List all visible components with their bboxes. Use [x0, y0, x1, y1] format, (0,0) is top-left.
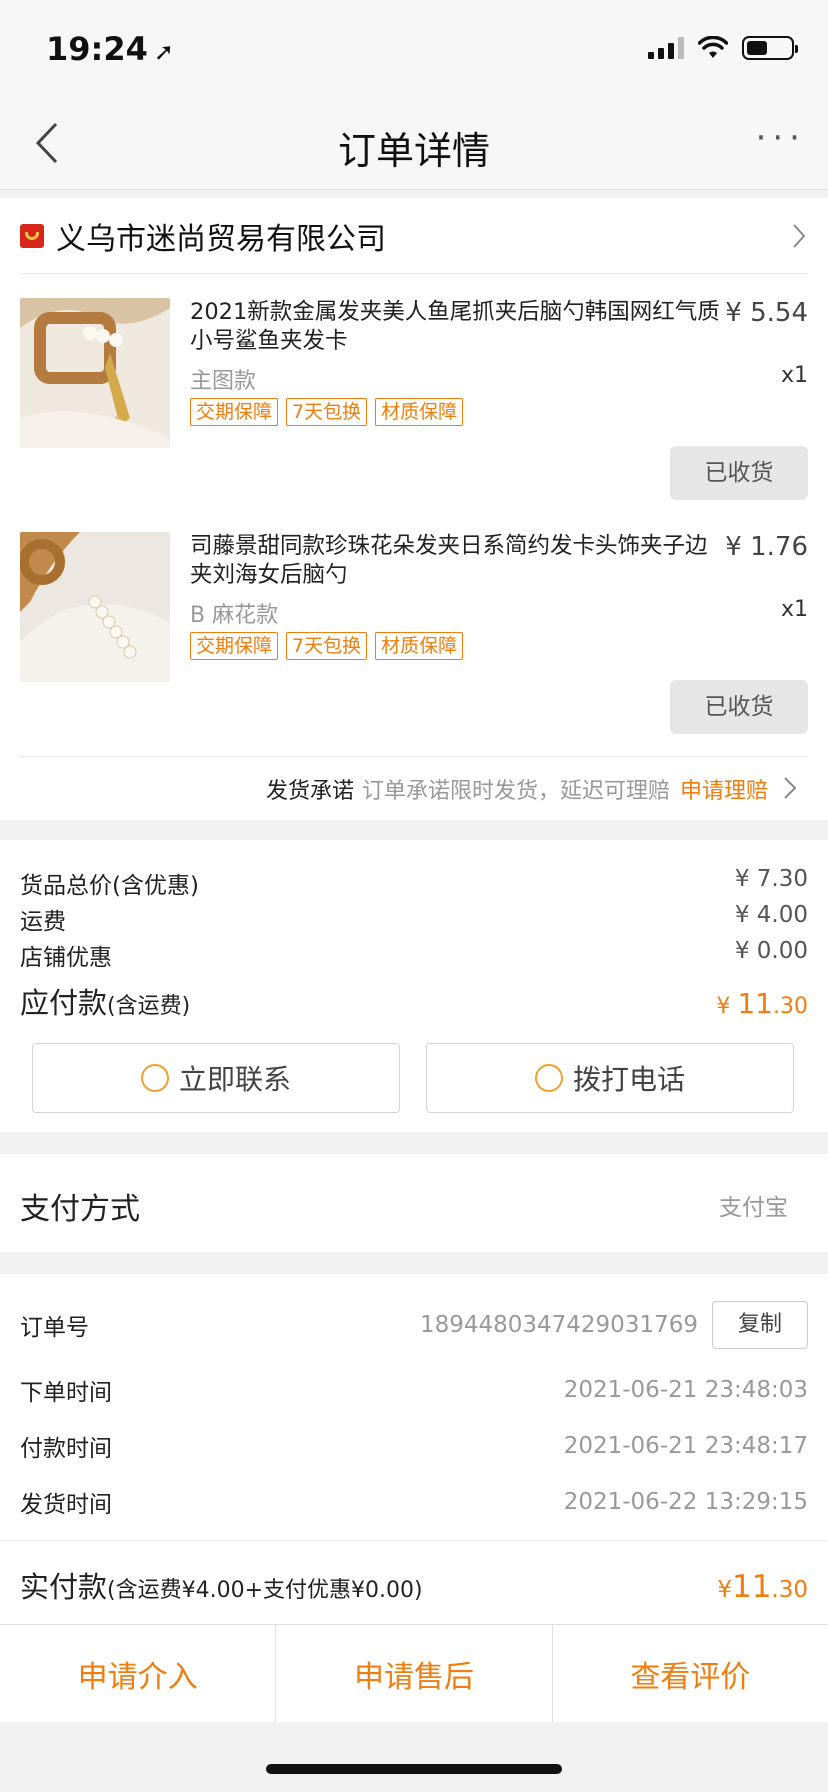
delivery-promise-row[interactable]: 发货承诺 订单承诺限时发货，延迟可理赔 申请理赔 [20, 756, 808, 820]
service-tag: 材质保障 [375, 398, 464, 426]
shop-discount-value: ¥ 0.00 [734, 938, 808, 964]
payment-method-section: 支付方式 支付宝 [0, 1154, 828, 1252]
chevron-right-icon [784, 777, 797, 799]
order-info-section: 订单号 1894480347429031769 复制 下单时间 2021-06-… [0, 1274, 828, 1624]
wifi-icon [698, 36, 728, 58]
amount-due-text: 应付款 [20, 986, 108, 1020]
contact-seller-label: 立即联系 [178, 1063, 291, 1096]
shipping-label: 运费 [20, 909, 66, 935]
price-summary-section: 货品总价(含优惠) ¥ 7.30 运费 ¥ 4.00 店铺优惠 ¥ 0.00 应… [0, 840, 828, 1132]
actual-paid-value: ¥11.30 [717, 1569, 808, 1605]
product-image[interactable] [20, 532, 170, 682]
paid-time-row: 付款时间 2021-06-21 23:48:17 [20, 1426, 808, 1466]
product-title[interactable]: 司藤景甜同款珍珠花朵发夹日系简约发卡头饰夹子边夹刘海女后脑勺 [190, 532, 720, 590]
product-variant: B 麻花款 [190, 603, 279, 628]
chevron-right-icon [793, 224, 806, 248]
shop-name: 义乌市迷尚贸易有限公司 [56, 221, 386, 257]
view-review-button[interactable]: 查看评价 [553, 1625, 828, 1722]
paid-time-label: 付款时间 [20, 1436, 112, 1462]
received-status-button: 已收货 [670, 680, 808, 734]
chat-smile-icon [140, 1064, 169, 1092]
order-id-value: 1894480347429031769 [419, 1312, 698, 1338]
created-time-label: 下单时间 [20, 1380, 112, 1406]
actual-paid-label: 实付款(含运费¥4.00+支付优惠¥0.00) [20, 1564, 423, 1606]
product-title[interactable]: 2021新款金属发夹美人鱼尾抓夹后脑勺韩国网红气质小号鲨鱼夹发卡 [190, 298, 720, 356]
time-text: 19:24 [46, 30, 148, 68]
service-tag: 交期保障 [190, 398, 279, 426]
product-image[interactable] [20, 298, 170, 448]
claim-link[interactable]: 申请理赔 [680, 773, 768, 805]
copy-button[interactable]: 复制 [712, 1301, 808, 1349]
call-button[interactable]: 拨打电话 [426, 1043, 794, 1113]
product-quantity: x1 [780, 597, 808, 622]
order-id-label: 订单号 [20, 1315, 89, 1341]
amount-due-row: 应付款(含运费) ¥ 11.30 [20, 980, 808, 1022]
shipping-value: ¥ 4.00 [734, 902, 808, 928]
product-quantity: x1 [780, 363, 808, 388]
actual-paid-text: 实付款 [20, 1570, 108, 1604]
contact-seller-button[interactable]: 立即联系 [32, 1043, 400, 1113]
service-tag: 材质保障 [375, 632, 464, 660]
goods-total-row: 货品总价(含优惠) ¥ 7.30 [20, 866, 808, 900]
promise-label: 发货承诺 [265, 778, 354, 804]
shop-icon [20, 223, 44, 248]
battery-icon [742, 36, 798, 60]
promise-desc: 订单承诺限时发货，延迟可理赔 [361, 778, 670, 804]
status-bar: 19:24 ➚ [0, 0, 828, 96]
call-label: 拨打电话 [572, 1063, 685, 1096]
order-id-group: 1894480347429031769 复制 [420, 1301, 808, 1349]
amount-due-value: ¥ 11.30 [716, 987, 808, 1020]
amount-due-integer: 11 [737, 987, 773, 1020]
paid-time-value: 2021-06-21 23:48:17 [563, 1433, 808, 1459]
product-item[interactable]: 司藤景甜同款珍珠花朵发夹日系简约发卡头饰夹子边夹刘海女后脑勺 ¥ 1.76 B … [20, 532, 808, 742]
service-tags: 交期保障 7天包换 材质保障 [190, 632, 464, 660]
amount-due-label: 应付款(含运费) [20, 980, 190, 1022]
bottom-action-bar: 申请介入 申请售后 查看评价 [0, 1624, 828, 1722]
currency-symbol: ¥ [716, 994, 738, 1019]
amount-due-note: (含运费) [107, 994, 191, 1019]
request-aftersale-button[interactable]: 申请售后 [276, 1625, 553, 1722]
order-items-section: 义乌市迷尚贸易有限公司 2021新款金属发夹美人鱼尾抓夹后脑勺韩国网红气质小号鲨… [0, 198, 828, 820]
shop-discount-row: 店铺优惠 ¥ 0.00 [20, 938, 808, 972]
payment-method-value: 支付宝 [719, 1195, 788, 1221]
created-time-row: 下单时间 2021-06-21 23:48:03 [20, 1370, 808, 1410]
phone-icon [534, 1064, 563, 1092]
order-id-row: 订单号 1894480347429031769 复制 [20, 1300, 808, 1350]
product-price: ¥ 1.76 [725, 532, 808, 562]
created-time-value: 2021-06-21 23:48:03 [563, 1377, 808, 1403]
more-icon[interactable]: ··· [756, 118, 806, 158]
location-arrow-icon: ➚ [153, 38, 174, 66]
actual-paid-integer: 11 [731, 1569, 772, 1605]
product-price: ¥ 5.54 [725, 298, 808, 328]
goods-total-value: ¥ 7.30 [734, 866, 808, 892]
status-time: 19:24 ➚ [46, 30, 174, 68]
status-icons [648, 36, 798, 60]
shipped-time-label: 发货时间 [20, 1492, 112, 1518]
shipped-time-row: 发货时间 2021-06-22 13:29:15 [20, 1482, 808, 1522]
actual-paid-note: (含运费¥4.00+支付优惠¥0.00) [107, 1578, 423, 1603]
shipped-time-value: 2021-06-22 13:29:15 [563, 1489, 808, 1515]
divider [0, 1540, 828, 1541]
currency-symbol: ¥ [717, 1577, 732, 1603]
shipping-row: 运费 ¥ 4.00 [20, 902, 808, 936]
service-tag: 7天包换 [286, 632, 368, 660]
product-item[interactable]: 2021新款金属发夹美人鱼尾抓夹后脑勺韩国网红气质小号鲨鱼夹发卡 ¥ 5.54 … [20, 298, 808, 508]
amount-due-decimal: .30 [773, 994, 808, 1019]
received-status-button[interactable]: 已收货 [670, 446, 808, 500]
request-intervention-button[interactable]: 申请介入 [0, 1625, 277, 1722]
payment-method-label: 支付方式 [20, 1192, 140, 1227]
actual-paid-row: 实付款(含运费¥4.00+支付优惠¥0.00) ¥11.30 [20, 1564, 808, 1606]
actual-paid-decimal: .30 [771, 1577, 808, 1603]
product-variant: 主图款 [190, 369, 257, 394]
service-tag: 交期保障 [190, 632, 279, 660]
shop-row[interactable]: 义乌市迷尚贸易有限公司 [20, 198, 808, 274]
service-tag: 7天包换 [286, 398, 368, 426]
goods-total-label: 货品总价(含优惠) [20, 873, 199, 899]
page-title: 订单详情 [337, 129, 490, 173]
cellular-signal-icon [648, 37, 684, 59]
home-indicator[interactable] [266, 1764, 562, 1774]
service-tags: 交期保障 7天包换 材质保障 [190, 398, 464, 426]
nav-bar: 订单详情 ··· [0, 96, 828, 190]
shop-discount-label: 店铺优惠 [20, 945, 112, 971]
